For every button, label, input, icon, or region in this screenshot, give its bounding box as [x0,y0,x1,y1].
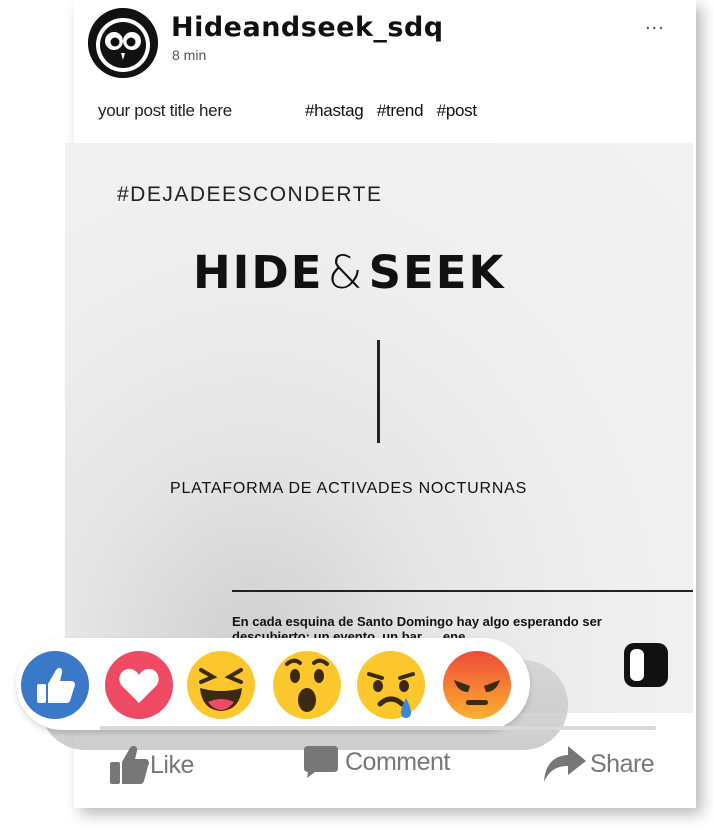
like-button[interactable]: Like [108,744,194,786]
horizontal-divider [232,590,693,592]
post-image[interactable]: #DEJADEESCONDERTE HIDE&SEEK PLATAFORMA D… [65,143,693,713]
brand-logo: HIDE&SEEK [193,246,505,299]
avatar[interactable] [88,8,158,78]
username[interactable]: Hideandseek_sdq [171,12,444,43]
hashtag[interactable]: #trend [377,101,424,120]
comment-button[interactable]: Comment [301,744,450,780]
more-options-icon[interactable]: ... [645,13,665,33]
logo-word-seek: SEEK [368,246,506,299]
logo-word-hide: HIDE [193,246,324,299]
post-time: 8 min [172,47,207,63]
action-divider [100,726,656,730]
hashtag-list: #hastag #trend #post [305,101,486,121]
share-arrow-icon [544,746,586,782]
post-header: Hideandseek_sdq 8 min ... your post titl… [0,0,714,140]
vertical-divider [377,340,380,443]
reactions-bar [16,638,530,730]
image-hashtag: #DEJADEESCONDERTE [117,183,383,206]
like-label: Like [150,750,194,779]
post-actions: Like Comment Share [0,744,714,794]
love-reaction-icon[interactable] [104,650,174,720]
sad-reaction-icon[interactable] [356,650,426,720]
image-tagline: PLATAFORMA DE ACTIVADES NOCTURNAS [170,480,528,497]
logo-ampersand: & [327,246,365,299]
post-title: your post title here [98,101,232,120]
haha-reaction-icon[interactable] [186,650,256,720]
share-label: Share [590,749,655,778]
hashtag[interactable]: #hastag [305,101,364,120]
owl-face-icon [88,8,158,78]
toggle-switch-icon [622,640,672,695]
like-reaction-icon[interactable] [20,650,90,720]
comment-bubble-icon [304,746,338,778]
hashtag[interactable]: #post [437,101,477,120]
comment-label: Comment [345,747,450,776]
share-button[interactable]: Share [542,744,655,784]
thumbs-up-icon [110,745,149,784]
angry-reaction-icon[interactable] [442,650,512,720]
wow-reaction-icon[interactable] [272,650,342,720]
